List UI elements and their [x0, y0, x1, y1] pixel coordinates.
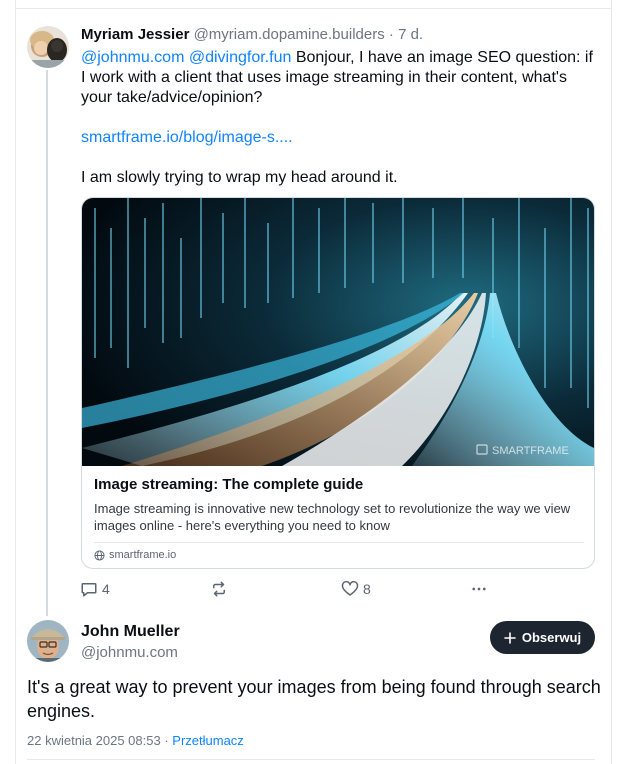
author-handle-john[interactable]: @johnmu.com	[81, 643, 180, 663]
card-domain-text: smartframe.io	[109, 549, 177, 561]
repost-button[interactable]	[210, 580, 228, 598]
time-separator: ·	[384, 26, 399, 43]
author-handle[interactable]: @myriam.dopamine.builders	[194, 26, 385, 43]
like-button[interactable]: 8	[341, 580, 371, 598]
translate-link[interactable]: Przetłumacz	[172, 733, 244, 748]
thread-line	[46, 70, 48, 616]
post-text-followup: I am slowly trying to wrap my head aroun…	[81, 169, 398, 186]
post-header: Myriam Jessier @myriam.dopamine.builders…	[81, 26, 601, 44]
bottom-divider	[27, 759, 595, 760]
avatar-myriam-image	[27, 26, 69, 68]
avatar-myriam[interactable]	[27, 26, 69, 68]
globe-icon	[94, 549, 105, 561]
top-divider	[15, 8, 612, 9]
avatar-john[interactable]	[27, 620, 69, 662]
like-count: 8	[363, 581, 371, 597]
follow-button[interactable]: Obserwuj	[490, 621, 595, 654]
repost-icon	[213, 581, 225, 597]
reply-button[interactable]: 4	[80, 580, 110, 598]
mention-johnmu[interactable]: @johnmu.com	[81, 49, 184, 66]
frame-right-border	[611, 0, 612, 764]
post-john-meta: 22 kwietnia 2025 08:53 · Przetłumacz	[27, 733, 244, 748]
meta-separator: ·	[160, 733, 173, 748]
card-title: Image streaming: The complete guide	[94, 476, 364, 493]
avatar-john-image	[27, 620, 69, 662]
reply-count: 4	[102, 581, 110, 597]
link-preview-card[interactable]: SMARTFRAME Image streaming: The complete…	[81, 197, 595, 569]
post-body: @johnmu.com @divingfor.fun Bonjour, I ha…	[81, 48, 601, 188]
more-dots-icon	[472, 587, 486, 591]
plus-icon	[504, 631, 516, 644]
author-name[interactable]: Myriam Jessier	[81, 26, 189, 43]
frame-left-border	[15, 0, 16, 764]
post-time[interactable]: 7 d.	[398, 26, 423, 43]
post-actions: 4 8	[80, 580, 500, 600]
post-link[interactable]: smartframe.io/blog/image-s....	[81, 129, 293, 146]
reply-icon	[81, 583, 97, 597]
post-john-text: It's a great way to prevent your images …	[27, 677, 601, 721]
card-image: SMARTFRAME	[82, 198, 594, 466]
author-name-john[interactable]: John Mueller	[81, 622, 180, 642]
post-john-header: John Mueller @johnmu.com	[81, 622, 180, 663]
card-divider	[94, 542, 584, 543]
card-description: Image streaming is innovative new techno…	[94, 501, 571, 533]
heart-icon	[341, 580, 359, 596]
more-options-button[interactable]	[470, 580, 488, 598]
card-info: Image streaming: The complete guide Imag…	[94, 476, 584, 561]
card-watermark: SMARTFRAME	[492, 445, 569, 457]
mention-divingfor[interactable]: @divingfor.fun	[189, 49, 292, 66]
card-domain: smartframe.io	[94, 549, 584, 561]
post-myriam: Myriam Jessier @myriam.dopamine.builders…	[81, 26, 601, 188]
follow-label: Obserwuj	[521, 630, 582, 645]
post-timestamp[interactable]: 22 kwietnia 2025 08:53	[27, 733, 161, 748]
